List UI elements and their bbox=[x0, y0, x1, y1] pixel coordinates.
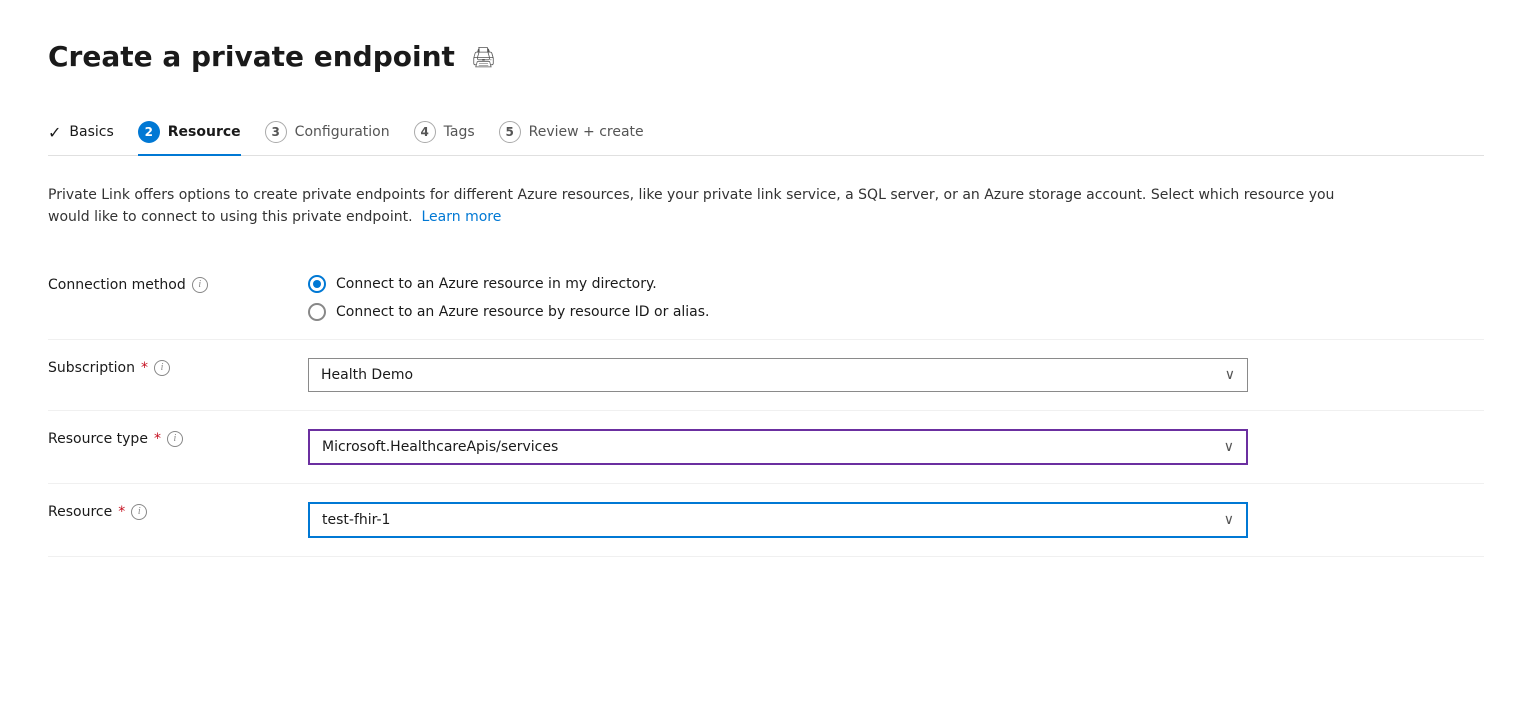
radio-option-directory[interactable]: Connect to an Azure resource in my direc… bbox=[308, 275, 1484, 293]
tab-resource[interactable]: 2 Resource bbox=[138, 109, 265, 155]
resource-type-required: * bbox=[154, 431, 161, 447]
connection-method-label-col: Connection method i bbox=[48, 275, 308, 293]
resource-type-control-col: Microsoft.HealthcareApis/services ∨ bbox=[308, 429, 1484, 465]
form-row-connection-method: Connection method i Connect to an Azure … bbox=[48, 257, 1484, 340]
subscription-label-col: Subscription * i bbox=[48, 358, 308, 376]
tab-label-basics: Basics bbox=[69, 124, 113, 140]
resource-value: test-fhir-1 bbox=[322, 512, 390, 528]
print-icon[interactable]: 🖨 bbox=[471, 45, 496, 69]
resource-type-value: Microsoft.HealthcareApis/services bbox=[322, 439, 558, 455]
radio-option-resource-id[interactable]: Connect to an Azure resource by resource… bbox=[308, 303, 1484, 321]
tab-badge-review: 5 bbox=[499, 121, 521, 143]
resource-select[interactable]: test-fhir-1 ∨ bbox=[308, 502, 1248, 538]
wizard-tabs: ✓ Basics 2 Resource 3 Configuration 4 Ta… bbox=[48, 109, 1484, 156]
resource-info-icon[interactable]: i bbox=[131, 504, 147, 520]
tab-tags[interactable]: 4 Tags bbox=[414, 109, 499, 155]
tab-label-review: Review + create bbox=[529, 124, 644, 140]
tab-badge-resource: 2 bbox=[138, 121, 160, 143]
resource-type-label-col: Resource type * i bbox=[48, 429, 308, 447]
page-title-row: Create a private endpoint 🖨 bbox=[48, 40, 1484, 73]
description-block: Private Link offers options to create pr… bbox=[48, 184, 1348, 229]
subscription-chevron-icon: ∨ bbox=[1225, 367, 1235, 383]
connection-method-info-icon[interactable]: i bbox=[192, 277, 208, 293]
subscription-value: Health Demo bbox=[321, 367, 413, 383]
resource-type-info-icon[interactable]: i bbox=[167, 431, 183, 447]
radio-label-directory: Connect to an Azure resource in my direc… bbox=[336, 276, 657, 292]
tab-badge-configuration: 3 bbox=[265, 121, 287, 143]
subscription-control-col: Health Demo ∨ bbox=[308, 358, 1484, 392]
learn-more-link[interactable]: Learn more bbox=[421, 209, 501, 225]
resource-type-label: Resource type bbox=[48, 431, 148, 447]
tab-label-resource: Resource bbox=[168, 124, 241, 140]
tab-review-create[interactable]: 5 Review + create bbox=[499, 109, 668, 155]
resource-control-col: test-fhir-1 ∨ bbox=[308, 502, 1484, 538]
form-section: Connection method i Connect to an Azure … bbox=[48, 257, 1484, 557]
tab-label-tags: Tags bbox=[444, 124, 475, 140]
radio-label-resource-id: Connect to an Azure resource by resource… bbox=[336, 304, 710, 320]
subscription-required: * bbox=[141, 360, 148, 376]
subscription-label: Subscription bbox=[48, 360, 135, 376]
description-text: Private Link offers options to create pr… bbox=[48, 187, 1334, 225]
subscription-select[interactable]: Health Demo ∨ bbox=[308, 358, 1248, 392]
radio-circle-resource-id bbox=[308, 303, 326, 321]
tab-configuration[interactable]: 3 Configuration bbox=[265, 109, 414, 155]
resource-label-col: Resource * i bbox=[48, 502, 308, 520]
form-row-resource: Resource * i test-fhir-1 ∨ bbox=[48, 484, 1484, 557]
resource-type-chevron-icon: ∨ bbox=[1224, 439, 1234, 455]
form-row-subscription: Subscription * i Health Demo ∨ bbox=[48, 340, 1484, 411]
connection-method-label: Connection method bbox=[48, 277, 186, 293]
radio-circle-directory bbox=[308, 275, 326, 293]
tab-check-basics: ✓ bbox=[48, 123, 61, 142]
resource-required: * bbox=[118, 504, 125, 520]
resource-type-select[interactable]: Microsoft.HealthcareApis/services ∨ bbox=[308, 429, 1248, 465]
subscription-info-icon[interactable]: i bbox=[154, 360, 170, 376]
resource-chevron-icon: ∨ bbox=[1224, 512, 1234, 528]
page-container: Create a private endpoint 🖨 ✓ Basics 2 R… bbox=[0, 0, 1532, 714]
tab-basics[interactable]: ✓ Basics bbox=[48, 111, 138, 154]
page-title: Create a private endpoint bbox=[48, 40, 455, 73]
tab-badge-tags: 4 bbox=[414, 121, 436, 143]
resource-label: Resource bbox=[48, 504, 112, 520]
form-row-resource-type: Resource type * i Microsoft.HealthcareAp… bbox=[48, 411, 1484, 484]
connection-method-options: Connect to an Azure resource in my direc… bbox=[308, 275, 1484, 321]
tab-label-configuration: Configuration bbox=[295, 124, 390, 140]
